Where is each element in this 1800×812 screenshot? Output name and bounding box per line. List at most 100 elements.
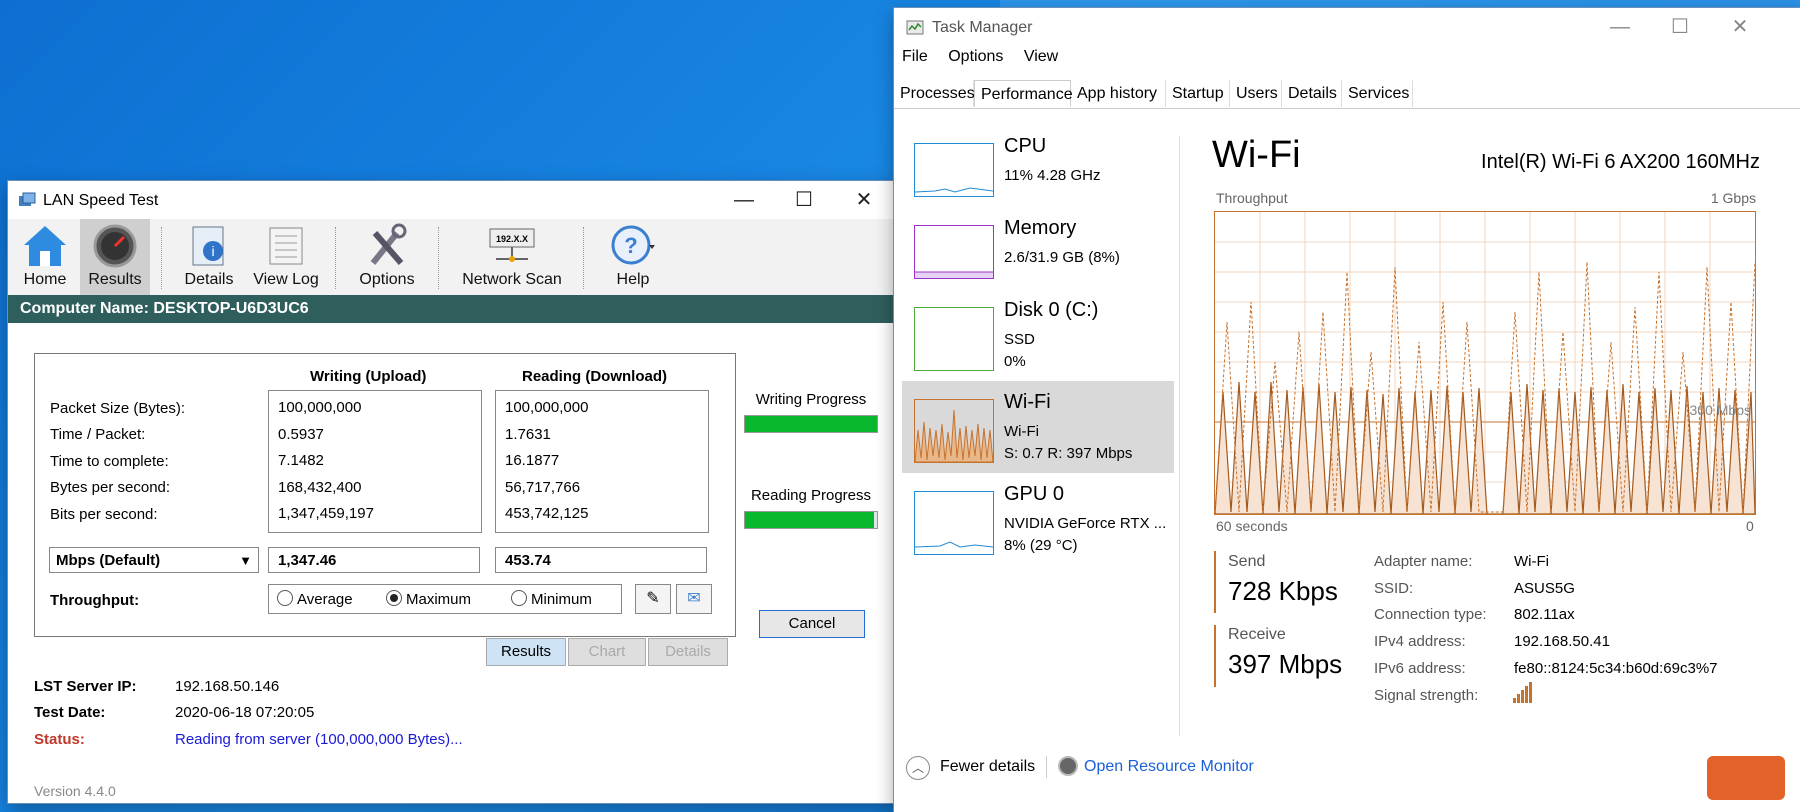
- writing-progress-label: Writing Progress: [755, 391, 867, 408]
- help-icon: ?: [611, 225, 655, 265]
- lst-titlebar[interactable]: LAN Speed Test — ☐ ✕: [8, 181, 900, 219]
- time-per-packet-label: Time / Packet:: [50, 426, 146, 443]
- results-panel: Writing (Upload) Reading (Download) Pack…: [34, 353, 736, 637]
- read-column-header: Reading (Download): [522, 368, 667, 385]
- tm-close-button[interactable]: ✕: [1710, 10, 1770, 44]
- time-to-complete-label: Time to complete:: [50, 453, 169, 470]
- disk-type: SSD: [1004, 331, 1035, 348]
- tab-users[interactable]: Users: [1230, 80, 1282, 107]
- envelope-icon: ✉: [687, 590, 701, 607]
- footer-divider: [1046, 756, 1047, 778]
- write-values-box: 100,000,000 0.5937 7.1482 168,432,400 1,…: [268, 390, 482, 533]
- tab-startup[interactable]: Startup: [1166, 80, 1230, 107]
- options-button[interactable]: Options: [350, 219, 424, 295]
- lan-speed-test-window: LAN Speed Test — ☐ ✕ Home Results i Deta…: [8, 181, 900, 803]
- task-manager-window: Task Manager — ☐ ✕ File Options View Pro…: [894, 8, 1800, 812]
- tm-titlebar[interactable]: Task Manager — ☐ ✕: [894, 8, 1800, 46]
- details-label: Details: [184, 271, 234, 288]
- tab-details[interactable]: Details: [648, 638, 728, 666]
- test-date-value: 2020-06-18 07:20:05: [175, 704, 315, 721]
- reading-progress-fill: [745, 512, 875, 528]
- write-column-header: Writing (Upload): [310, 368, 427, 385]
- fewer-details-link[interactable]: Fewer details: [940, 758, 1035, 776]
- write-bytes-per-second: 168,432,400: [278, 479, 362, 496]
- radio-maximum[interactable]: Maximum: [386, 590, 471, 608]
- tab-details[interactable]: Details: [1282, 80, 1342, 107]
- prop-adapter-value: Wi-Fi: [1514, 553, 1549, 570]
- results-button[interactable]: Results: [80, 219, 150, 295]
- cancel-button[interactable]: Cancel: [759, 610, 865, 638]
- options-label: Options: [359, 271, 415, 288]
- prop-connection-label: Connection type:: [1374, 606, 1487, 623]
- lst-close-button[interactable]: ✕: [834, 183, 894, 217]
- gpu-thumbnail: [914, 491, 994, 555]
- prop-ipv4-value: 192.168.50.41: [1514, 633, 1610, 650]
- site-logo: [1707, 756, 1785, 800]
- toolbar-separator: [335, 227, 337, 289]
- adapter-model: Intel(R) Wi-Fi 6 AX200 160MHz: [1481, 151, 1760, 173]
- network-scan-label: Network Scan: [462, 271, 562, 288]
- help-button[interactable]: ? Help: [598, 219, 668, 295]
- resource-gpu[interactable]: GPU 0 NVIDIA GeForce RTX ... 8% (29 °C): [902, 473, 1174, 565]
- home-icon: [24, 226, 66, 266]
- status-value: Reading from server (100,000,000 Bytes).…: [175, 731, 463, 748]
- svg-text:i: i: [211, 243, 214, 259]
- wifi-thumbnail: [914, 399, 994, 463]
- open-resource-monitor-link[interactable]: Open Resource Monitor: [1084, 758, 1254, 776]
- throughput-graph-svg: [1214, 212, 1756, 515]
- edit-button[interactable]: ✎: [635, 584, 671, 614]
- send-value: 728 Kbps: [1228, 576, 1338, 606]
- tab-app-history[interactable]: App history: [1071, 80, 1166, 107]
- tab-processes[interactable]: Processes: [894, 80, 975, 107]
- radio-minimum[interactable]: Minimum: [511, 590, 592, 608]
- radio-average[interactable]: Average: [277, 590, 353, 608]
- toolbar-separator: [161, 227, 163, 289]
- home-button[interactable]: Home: [12, 219, 78, 295]
- resource-cpu[interactable]: CPU 11% 4.28 GHz: [902, 125, 1174, 217]
- test-date-label: Test Date:: [34, 704, 106, 721]
- prop-ipv6-value: fe80::8124:5c34:b60d:69c3%7: [1514, 660, 1718, 677]
- receive-label: Receive: [1228, 626, 1286, 643]
- menu-view[interactable]: View: [1024, 48, 1058, 65]
- wifi-rates: S: 0.7 R: 397 Mbps: [1004, 445, 1133, 462]
- menu-options[interactable]: Options: [948, 48, 1003, 65]
- writing-progress-bar: [744, 415, 878, 433]
- resource-wifi[interactable]: Wi-Fi Wi-Fi S: 0.7 R: 397 Mbps: [902, 381, 1174, 473]
- computer-name-bar: Computer Name: DESKTOP-U6D3UC6: [8, 295, 900, 323]
- gpu-model: NVIDIA GeForce RTX ...: [1004, 515, 1167, 532]
- bits-per-second-label: Bits per second:: [50, 506, 158, 523]
- write-packet-size: 100,000,000: [278, 399, 362, 416]
- read-bytes-per-second: 56,717,766: [505, 479, 581, 496]
- wifi-name: Wi-Fi: [1004, 391, 1051, 413]
- lst-maximize-button[interactable]: ☐: [774, 183, 834, 217]
- tm-menubar: File Options View: [894, 48, 1066, 74]
- read-packet-size: 100,000,000: [505, 399, 589, 416]
- writing-progress-fill: [745, 416, 877, 432]
- view-log-button[interactable]: View Log: [248, 219, 324, 295]
- chevron-up-icon[interactable]: ︿: [906, 756, 930, 780]
- tm-maximize-button[interactable]: ☐: [1650, 10, 1710, 44]
- tab-performance[interactable]: Performance: [974, 80, 1073, 107]
- radio-dot: [277, 590, 293, 606]
- log-scroll-icon: [269, 227, 303, 265]
- lst-minimize-button[interactable]: —: [714, 183, 774, 217]
- tab-results[interactable]: Results: [486, 638, 566, 666]
- resource-disk[interactable]: Disk 0 (C:) SSD 0%: [902, 289, 1174, 381]
- read-bits-per-second: 453,742,125: [505, 505, 589, 522]
- email-button[interactable]: ✉: [676, 584, 712, 614]
- panel-divider: [1179, 136, 1180, 736]
- tm-tabs: Processes Performance App history Startu…: [894, 80, 1800, 109]
- tab-chart[interactable]: Chart: [568, 638, 646, 666]
- network-scan-button[interactable]: 192.X.X Network Scan: [454, 219, 570, 295]
- bytes-per-second-label: Bytes per second:: [50, 479, 171, 496]
- details-button[interactable]: i Details: [174, 219, 244, 295]
- resource-memory[interactable]: Memory 2.6/31.9 GB (8%): [902, 207, 1174, 299]
- tab-services[interactable]: Services: [1342, 80, 1413, 107]
- menu-file[interactable]: File: [902, 48, 928, 65]
- tm-minimize-button[interactable]: —: [1590, 10, 1650, 44]
- unit-select[interactable]: Mbps (Default) ▼: [49, 547, 259, 573]
- tm-footer: ︿ Fewer details Open Resource Monitor: [894, 750, 1800, 786]
- gpu-name: GPU 0: [1004, 483, 1065, 505]
- graph-time-right: 0: [1746, 518, 1754, 534]
- cpu-name: CPU: [1004, 135, 1047, 157]
